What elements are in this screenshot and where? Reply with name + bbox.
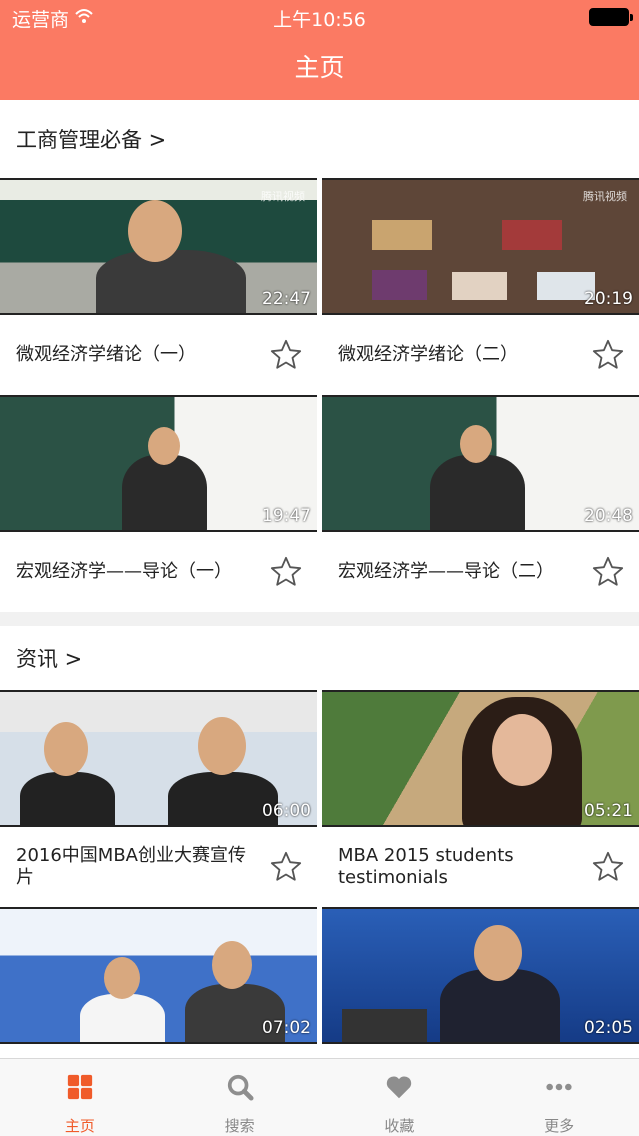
video-thumbnail[interactable]: 19:47	[0, 395, 317, 532]
lecturer-head	[128, 200, 182, 262]
video-card[interactable]: 腾讯视频 22:47 微观经济学绪论（一）	[0, 178, 317, 395]
page-title: 主页	[294, 53, 345, 82]
lecturer-figure	[96, 250, 246, 313]
navigation-header: 运营商 上午10:56 主页	[0, 0, 639, 100]
more-dots-icon	[546, 1083, 572, 1091]
lecturer-head	[148, 427, 180, 465]
tab-search[interactable]: 搜索	[160, 1059, 320, 1136]
video-thumbnail[interactable]: 07:02	[0, 907, 317, 1044]
video-duration: 19:47	[262, 506, 311, 526]
favorite-star-icon[interactable]	[269, 338, 303, 372]
video-duration: 05:21	[584, 801, 633, 821]
favorite-star-icon[interactable]	[269, 850, 303, 884]
slide-image	[452, 272, 507, 300]
podium	[342, 1009, 427, 1042]
video-info: 微观经济学绪论（二）	[322, 315, 639, 395]
section-header-business[interactable]: 工商管理必备 >	[0, 100, 639, 178]
presenter-figure	[80, 994, 165, 1042]
video-grid-news: 06:00 2016中国MBA创业大赛宣传片 05:21 MBA 2015 st…	[0, 690, 639, 1044]
video-thumbnail[interactable]: 02:05	[322, 907, 639, 1044]
speaker-head	[474, 925, 522, 981]
video-thumbnail[interactable]: 05:21	[322, 690, 639, 827]
presenter-head	[44, 722, 88, 776]
video-card[interactable]: 06:00 2016中国MBA创业大赛宣传片	[0, 690, 317, 907]
presenter-figure	[20, 772, 115, 825]
video-thumbnail[interactable]: 腾讯视频 22:47	[0, 178, 317, 315]
slide-image	[372, 270, 427, 300]
video-card[interactable]: 腾讯视频 20:19 微观经济学绪论（二）	[322, 178, 639, 395]
favorite-star-icon[interactable]	[591, 338, 625, 372]
presenter-head	[104, 957, 140, 999]
slide-image	[372, 220, 432, 250]
status-bar: 运营商 上午10:56	[0, 0, 639, 34]
heart-icon	[387, 1076, 412, 1099]
favorite-star-icon[interactable]	[269, 555, 303, 589]
presenter-head	[212, 941, 252, 989]
video-card[interactable]: 19:47 宏观经济学——导论（一）	[0, 395, 317, 612]
video-card[interactable]: 05:21 MBA 2015 students testimonials	[322, 690, 639, 907]
battery-icon	[589, 8, 633, 26]
home-feed[interactable]: 工商管理必备 > 腾讯视频 22:47 微观经济学绪论（一） 腾讯视频 20:1…	[0, 100, 639, 1058]
section-divider	[0, 612, 639, 626]
video-duration: 02:05	[584, 1018, 633, 1038]
video-info: 宏观经济学——导论（一）	[0, 532, 317, 612]
video-thumbnail[interactable]: 腾讯视频 20:19	[322, 178, 639, 315]
tab-home[interactable]: 主页	[0, 1059, 160, 1136]
home-grid-icon	[67, 1074, 93, 1100]
tab-bar: 主页 搜索 收藏 更多	[0, 1058, 639, 1136]
section-title: 资讯 >	[16, 647, 83, 671]
video-card[interactable]: 02:05	[322, 907, 639, 1044]
video-card[interactable]: 20:48 宏观经济学——导论（二）	[322, 395, 639, 612]
presenter-head	[198, 717, 246, 775]
video-info: 微观经济学绪论（一）	[0, 315, 317, 395]
tab-label: 搜索	[224, 1117, 255, 1135]
video-info: MBA 2015 students testimonials	[322, 827, 639, 907]
speaker-face	[492, 714, 552, 786]
tab-favorites[interactable]: 收藏	[320, 1059, 480, 1136]
video-grid-business: 腾讯视频 22:47 微观经济学绪论（一） 腾讯视频 20:19 微观经济学绪论…	[0, 178, 639, 612]
lecturer-figure	[122, 455, 207, 530]
tab-label: 主页	[64, 1117, 95, 1135]
tab-label: 收藏	[384, 1117, 415, 1135]
video-duration: 06:00	[262, 801, 311, 821]
video-thumbnail[interactable]: 20:48	[322, 395, 639, 532]
video-duration: 20:48	[584, 506, 633, 526]
video-title[interactable]: 微观经济学绪论（二）	[338, 344, 518, 366]
section-title: 工商管理必备 >	[16, 128, 167, 152]
video-title[interactable]: MBA 2015 students testimonials	[338, 845, 568, 889]
video-duration: 22:47	[262, 289, 311, 309]
favorite-star-icon[interactable]	[591, 850, 625, 884]
video-card[interactable]: 07:02	[0, 907, 317, 1044]
video-info: 2016中国MBA创业大赛宣传片	[0, 827, 317, 907]
video-watermark: 腾讯视频	[583, 190, 627, 203]
video-title[interactable]: 微观经济学绪论（一）	[16, 344, 196, 366]
video-title[interactable]: 2016中国MBA创业大赛宣传片	[16, 845, 246, 889]
lecturer-head	[460, 425, 492, 463]
video-title[interactable]: 宏观经济学——导论（二）	[338, 561, 554, 583]
slide-image	[502, 220, 562, 250]
video-thumbnail[interactable]: 06:00	[0, 690, 317, 827]
tab-more[interactable]: 更多	[479, 1059, 639, 1136]
video-info: 宏观经济学——导论（二）	[322, 532, 639, 612]
section-header-news[interactable]: 资讯 >	[0, 626, 639, 690]
favorite-star-icon[interactable]	[591, 555, 625, 589]
video-duration: 20:19	[584, 289, 633, 309]
lecturer-figure	[430, 455, 525, 530]
search-icon	[227, 1074, 254, 1101]
status-time: 上午10:56	[273, 9, 366, 31]
tab-label: 更多	[544, 1117, 575, 1135]
video-title[interactable]: 宏观经济学——导论（一）	[16, 561, 232, 583]
video-duration: 07:02	[262, 1018, 311, 1038]
video-watermark: 腾讯视频	[261, 190, 305, 203]
